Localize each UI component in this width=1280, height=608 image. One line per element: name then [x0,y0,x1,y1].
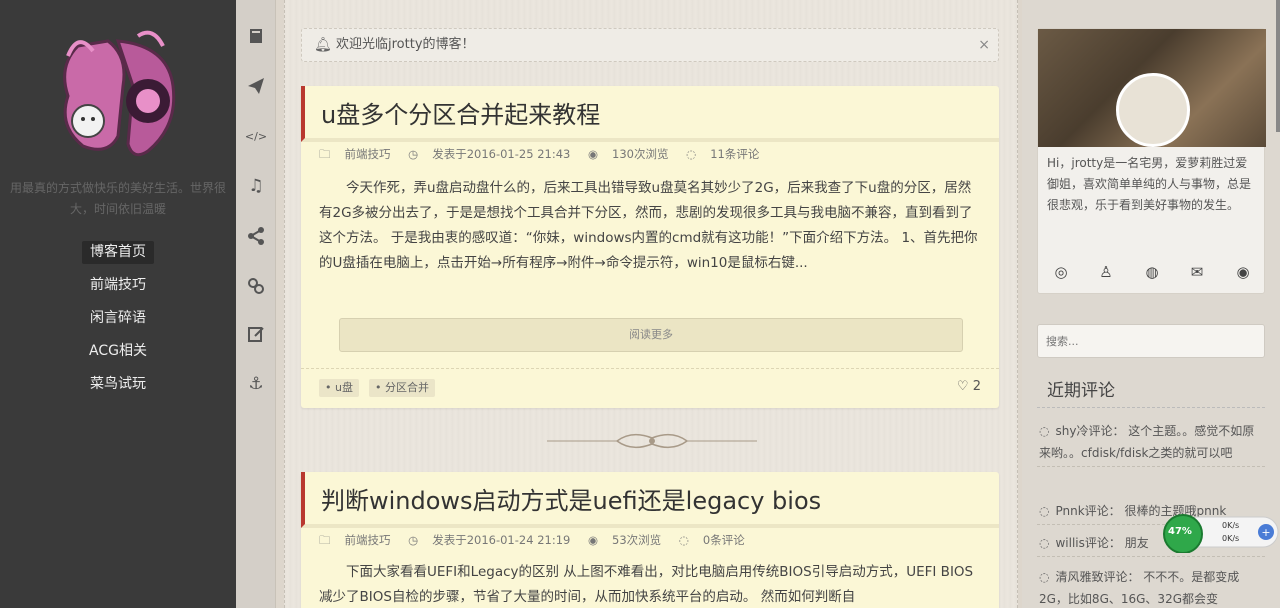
eye-icon: ◉ [588,147,599,161]
post-date: 发表于2016-01-24 21:19 [432,533,571,547]
main-content: 🔔︎ 欢迎光临jrotty的博客！ × u盘多个分区合并起来教程 🗀︎ 前端技巧 … [284,0,1018,608]
qq-icon[interactable]: ♙ [1095,261,1117,283]
like-count: 2 [972,379,981,394]
edit-icon[interactable] [244,322,268,346]
nav-item-acg[interactable]: ACG相关 [81,340,155,363]
clock-icon: ◷ [408,147,419,161]
post-comments[interactable]: 11条评论 [710,147,759,161]
post-category[interactable]: 前端技巧 [345,147,391,161]
post-meta: 🗀︎ 前端技巧 ◷ 发表于2016-01-24 21:19 ◉ 53次浏览 ◌ 0条评论 [319,532,759,552]
post-date: 发表于2016-01-25 21:43 [432,147,571,161]
post-card: u盘多个分区合并起来教程 🗀︎ 前端技巧 ◷ 发表于2016-01-25 21:43… [301,86,999,408]
post-excerpt: 今天作死，弄u盘启动盘什么的，后来工具出错导致u盘莫名其妙少了2G，后来我查了下… [319,180,978,271]
comment-icon: ◌ [686,147,697,161]
comment-icon: ◌ [1039,570,1050,584]
recent-comments-title: 近期评论 [1037,372,1265,408]
mail-icon[interactable]: ✉ [1186,261,1208,283]
scrollbar[interactable] [1276,0,1280,132]
music-icon[interactable]: ♫ [244,174,268,198]
folder-icon: 🗀︎ [319,533,331,547]
svg-text:+: + [1261,526,1270,539]
profile-bio: Hi，jrotty是一名宅男，爱萝莉胜过爱御姐，喜欢简单单纯的人与事物，总是很悲… [1047,156,1252,212]
share-icon[interactable] [244,224,268,248]
book-icon[interactable] [244,24,268,48]
comment-item[interactable]: ◌ shy冷评论： 这个主题。。感觉不如原来哟。。cfdisk/fdisk之类的就… [1037,420,1265,467]
nav-item-home[interactable]: 博客首页 [82,241,154,264]
weibo-icon[interactable]: ◎ [1050,261,1072,283]
network-percent: 47% [1168,526,1192,537]
post-tag[interactable]: • 分区合并 [369,379,435,397]
eye-icon: ◉ [588,533,599,547]
heart-icon: ♡ [956,379,969,394]
notice-text: 欢迎光临jrotty的博客！ [336,37,475,52]
post-tag[interactable]: • u盘 [319,379,359,397]
network-speed-widget[interactable]: + 47% 0K/s 0K/s [1162,513,1280,554]
avatar[interactable] [1116,73,1190,147]
comment-item[interactable]: ◌ 清风雅致评论： 不不不。是都变成2G，比如8G、16G、32G都会变 [1037,566,1265,608]
post-footer: • u盘 • 分区合并 ♡ 2 [301,368,999,410]
main-nav: 博客首页 前端技巧 闲言碎语 ACG相关 菜鸟试玩 [0,241,236,406]
close-icon[interactable]: × [978,29,990,61]
post-card: 判断windows启动方式是uefi还是legacy bios 🗀︎ 前端技巧 ◷… [301,472,999,608]
link-icon[interactable] [244,274,268,298]
post-comments[interactable]: 0条评论 [703,533,745,547]
ornament-divider [547,433,757,449]
bell-icon: 🔔︎ [314,37,332,53]
github-icon[interactable]: ◉ [1232,261,1254,283]
social-links: ◎ ♙ ◍ ✉ ◉ [1038,261,1266,291]
code-icon[interactable]: </> [244,124,268,148]
welcome-notice: 🔔︎ 欢迎光临jrotty的博客！ × [301,28,999,62]
post-meta: 🗀︎ 前端技巧 ◷ 发表于2016-01-25 21:43 ◉ 130次浏览 ◌ 11条… [319,146,773,166]
nav-item-chatter[interactable]: 闲言碎语 [82,307,154,330]
upload-speed: 0K/s [1222,521,1240,530]
download-speed: 0K/s [1222,534,1240,543]
read-more-button[interactable]: 阅读更多 [339,318,963,352]
post-title[interactable]: u盘多个分区合并起来教程 [301,86,999,142]
nav-item-frontend[interactable]: 前端技巧 [82,274,154,297]
post-views: 130次浏览 [612,147,669,161]
comment-icon: ◌ [678,533,689,547]
site-tagline: 用最真的方式做快乐的美好生活。世界很大，时间依旧温暖 [9,181,226,216]
comment-icon: ◌ [1039,504,1050,518]
like-button[interactable]: ♡ 2 [957,379,981,394]
post-category[interactable]: 前端技巧 [345,533,391,547]
post-views: 53次浏览 [612,533,662,547]
post-excerpt: 下面大家看看UEFI和Legacy的区别 从上图不难看出，对比电脑启用传统BIO… [319,564,974,605]
wechat-icon[interactable]: ◍ [1141,261,1163,283]
comment-icon: ◌ [1039,424,1050,438]
left-sidebar: 用最真的方式做快乐的美好生活。世界很大，时间依旧温暖 博客首页 前端技巧 闲言碎… [0,0,236,608]
paper-plane-icon[interactable] [244,74,268,98]
icon-toolbar: </> ♫ ⚓ [236,0,276,608]
site-logo[interactable] [38,26,186,164]
search-input[interactable] [1037,324,1265,358]
folder-icon: 🗀︎ [319,147,331,161]
nav-item-newbie[interactable]: 菜鸟试玩 [82,373,154,396]
anchor-icon[interactable]: ⚓ [244,372,268,396]
clock-icon: ◷ [408,533,419,547]
post-title[interactable]: 判断windows启动方式是uefi还是legacy bios [301,472,999,528]
profile-card: Hi，jrotty是一名宅男，爱萝莉胜过爱御姐，喜欢简单单纯的人与事物，总是很悲… [1037,28,1266,294]
comment-icon: ◌ [1039,536,1050,550]
